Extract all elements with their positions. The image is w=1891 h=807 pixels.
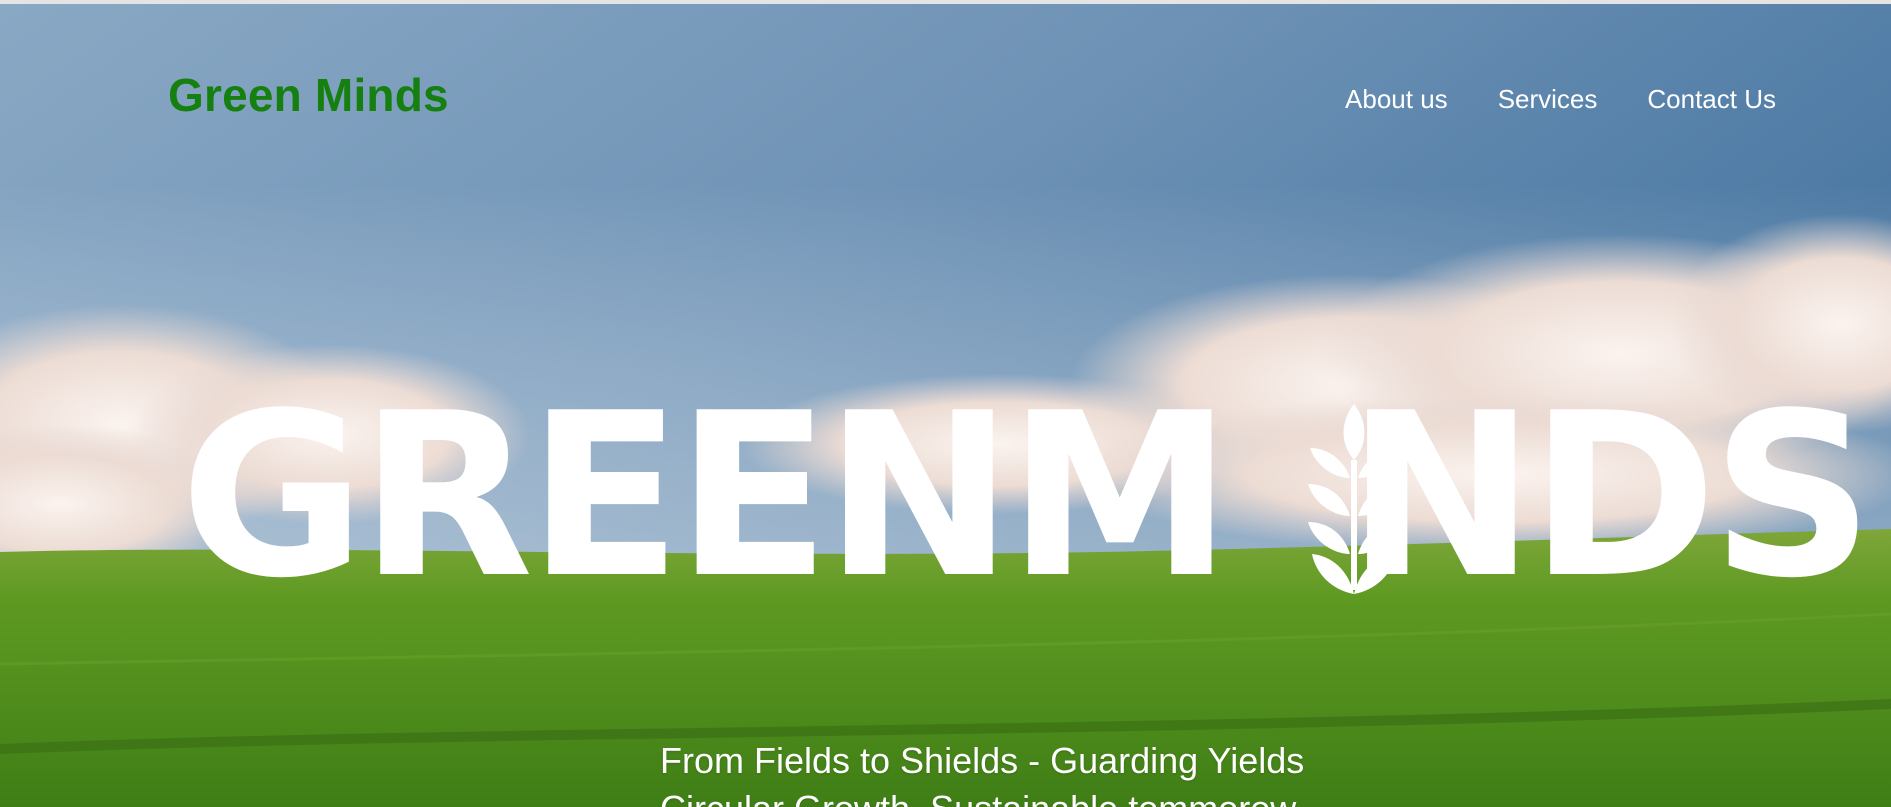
nav-link-about-us[interactable]: About us (1345, 84, 1448, 115)
tagline-line-1: From Fields to Shields - Guarding Yields (660, 740, 1305, 781)
wheat-icon (1308, 404, 1400, 594)
wordmark-prefix: GREENM (180, 365, 1232, 628)
page: Green Minds About us Services Contact Us… (0, 0, 1891, 807)
hero-tagline: From Fields to Shields - Guarding Yields… (660, 737, 1304, 807)
hero-wordmark-text: GREENM NDS (180, 384, 1874, 610)
top-border (0, 0, 1891, 4)
wordmark-suffix: NDS (1346, 365, 1874, 628)
brand-logo-link[interactable]: Green Minds (168, 68, 449, 122)
nav-link-contact-us[interactable]: Contact Us (1647, 84, 1776, 115)
nav-link-services[interactable]: Services (1498, 84, 1598, 115)
tagline-line-2: Circular Growth, Sustainable tommorow (660, 785, 1304, 807)
main-nav: About us Services Contact Us (1345, 84, 1776, 115)
hero-section: Green Minds About us Services Contact Us… (0, 4, 1891, 807)
hero-wordmark: GREENM NDS (180, 384, 1874, 610)
